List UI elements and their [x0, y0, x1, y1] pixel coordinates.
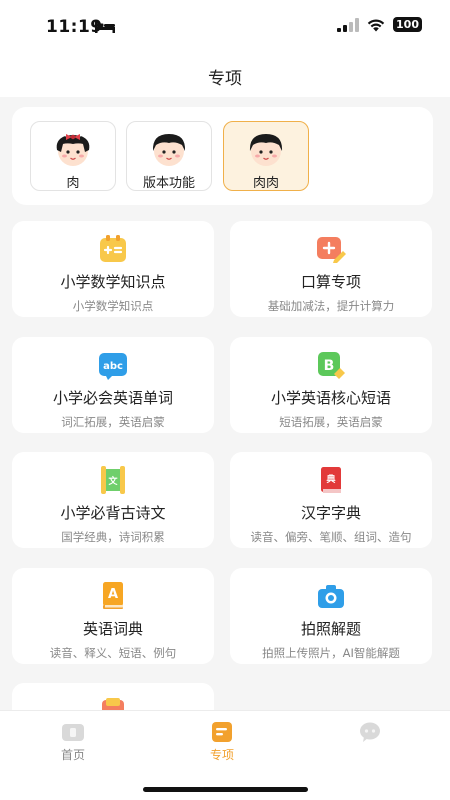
english-dictionary-icon-text: A [108, 587, 118, 602]
abc-icon: abc [99, 353, 127, 380]
profile-selector-card: 肉 版本功能 肉肉 [12, 107, 433, 205]
mental-arithmetic-icon [317, 237, 346, 263]
phrase-b-icon: B [318, 352, 345, 379]
wifi-icon [367, 18, 385, 31]
profile-name: 肉肉 [252, 176, 279, 191]
feature-card-mental-arithmetic[interactable]: 口算专项 基础加减法，提升计算力 [230, 221, 432, 317]
feature-subtitle: 短语拓展，英语启蒙 [279, 415, 383, 429]
feature-title: 小学数学知识点 [60, 273, 166, 291]
home-tv-icon [62, 724, 84, 741]
cellular-signal-icon [337, 17, 360, 32]
tab-label: 专项 [209, 748, 234, 762]
feature-title: 小学英语核心短语 [270, 389, 391, 407]
special-topic-icon [212, 722, 232, 742]
feature-card-photo-solve[interactable]: 拍照解题 拍照上传照片，AI智能解题 [230, 568, 432, 664]
feature-card-english-words[interactable]: abc 小学必会英语单词 词汇拓展，英语启蒙 [12, 337, 214, 433]
girl-avatar-icon [56, 134, 90, 166]
feature-subtitle: 基础加减法，提升计算力 [267, 299, 395, 313]
feature-card-chinese-dictionary[interactable]: 典 汉字字典 读音、偏旁、笔顺、组词、造句 [230, 452, 432, 548]
feature-card-math-knowledge[interactable]: 小学数学知识点 小学数学知识点 [12, 221, 214, 317]
scroll-icon: 文 [101, 466, 125, 494]
sleep-focus-icon [95, 21, 115, 33]
feature-subtitle: 词汇拓展，英语启蒙 [61, 415, 165, 429]
profile-item-version-features[interactable]: 版本功能 [126, 121, 212, 191]
math-calculator-icon [100, 235, 126, 262]
feature-title: 英语词典 [82, 620, 143, 638]
feature-card-ancient-poems[interactable]: 文 小学必背古诗文 国学经典，诗词积累 [12, 452, 214, 548]
feature-subtitle: 读音、释义、短语、例句 [49, 646, 177, 660]
boy-avatar-icon [249, 134, 283, 166]
feature-title: 拍照解题 [300, 620, 361, 638]
profile-item-rourou[interactable]: 肉肉 [223, 121, 309, 191]
feature-subtitle: 国学经典，诗词积累 [61, 530, 165, 544]
tab-chat[interactable] [330, 721, 410, 746]
abc-icon-text: abc [103, 361, 123, 372]
chat-bubble-icon [360, 722, 380, 742]
status-bar: 11:19 100 专项 [0, 0, 450, 89]
feature-title: 小学必会英语单词 [52, 389, 173, 407]
page-title: 专项 [208, 69, 242, 89]
profile-name: 版本功能 [142, 176, 195, 191]
feature-subtitle: 拍照上传照片，AI智能解题 [262, 646, 400, 660]
profile-item-rou[interactable]: 肉 [30, 121, 116, 191]
feature-card-english-phrases[interactable]: B 小学英语核心短语 短语拓展，英语启蒙 [230, 337, 432, 433]
feature-title: 口算专项 [300, 273, 361, 291]
home-indicator[interactable] [143, 787, 308, 792]
scroll-icon-text: 文 [107, 475, 118, 487]
dictionary-icon-text: 典 [326, 473, 335, 485]
feature-subtitle: 读音、偏旁、笔顺、组词、造句 [250, 530, 412, 544]
feature-title: 小学必背古诗文 [60, 504, 166, 522]
feature-card-partial[interactable] [12, 683, 214, 710]
camera-icon [318, 585, 344, 608]
dictionary-icon: 典 [321, 467, 341, 493]
tab-special-topic[interactable]: 专项 [182, 721, 262, 763]
partial-feature-icon [102, 698, 124, 710]
feature-title: 汉字字典 [300, 504, 361, 522]
profile-name: 肉 [66, 176, 80, 191]
boy-avatar-icon [152, 134, 186, 166]
feature-subtitle: 小学数学知识点 [72, 299, 154, 313]
english-dictionary-icon: A [103, 582, 123, 609]
feature-card-english-dictionary[interactable]: A 英语词典 读音、释义、短语、例句 [12, 568, 214, 664]
battery-indicator: 100 [393, 17, 422, 32]
tab-label: 首页 [60, 748, 85, 762]
phrase-icon-text: B [324, 358, 335, 374]
tab-home[interactable]: 首页 [33, 721, 113, 763]
main-content[interactable]: 肉 版本功能 肉肉 小学数学知识点 小学数学知识点 口算专项 基础加减法，提升计… [0, 97, 450, 710]
